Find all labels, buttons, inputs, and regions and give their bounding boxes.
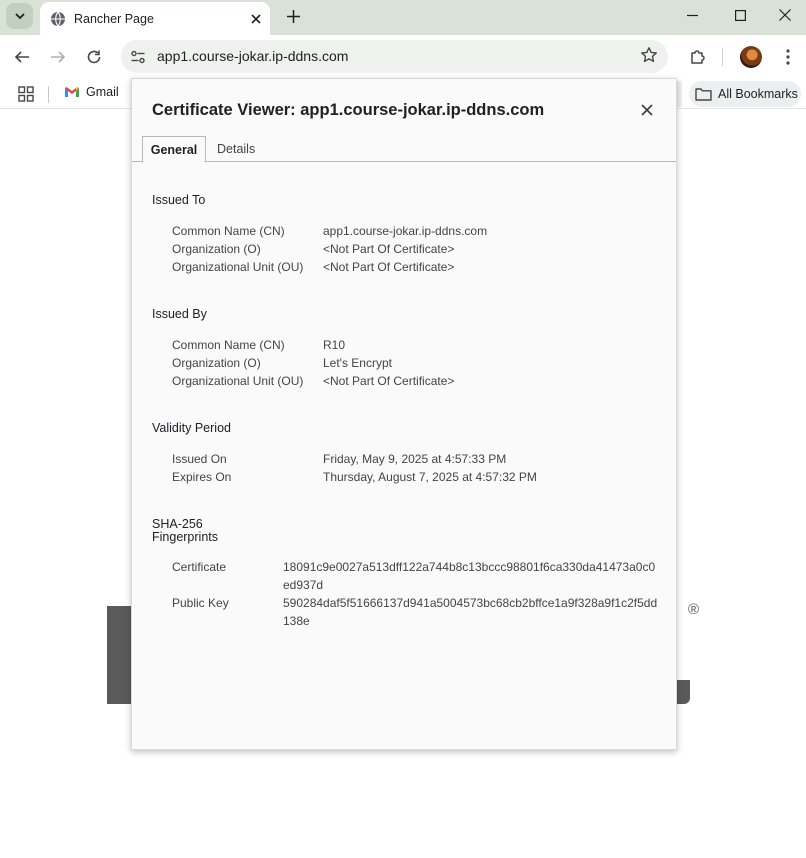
gmail-icon: [65, 87, 79, 97]
folder-icon: [695, 88, 712, 101]
toolbar-divider: [722, 48, 723, 66]
field-label: Expires On: [172, 470, 232, 484]
fingerprint-value: 18091c9e0027a513dff122a744b8c13bccc98801…: [283, 560, 656, 592]
address-bar[interactable]: app1.course-jokar.ip-ddns.com: [121, 40, 668, 73]
dialog-close-button[interactable]: [636, 99, 658, 121]
apps-grid-icon[interactable]: [18, 86, 34, 102]
dialog-tabs: General Details: [132, 135, 676, 163]
registered-mark: ®: [688, 601, 700, 618]
arrow-right-icon: [51, 51, 66, 63]
globe-icon: [51, 11, 65, 26]
tab-title: Rancher Page: [74, 11, 154, 26]
fingerprint-value: 590284daf5f51666137d941a5004573bc68cb2bf…: [283, 596, 658, 628]
new-tab-button[interactable]: [280, 3, 306, 29]
field-label: Organization (O): [172, 242, 261, 256]
tab-general[interactable]: General: [142, 136, 206, 163]
arrow-left-icon: [14, 51, 29, 63]
section-validity-period: Validity Period: [152, 421, 231, 435]
star-icon[interactable]: [640, 46, 658, 64]
extensions-button[interactable]: [684, 43, 712, 71]
section-fingerprints-line1: SHA-256: [152, 517, 203, 531]
close-icon: [251, 13, 261, 24]
field-value: app1.course-jokar.ip-ddns.com: [323, 224, 488, 238]
site-info-icon[interactable]: [130, 49, 146, 65]
page-logo-part: [676, 680, 690, 704]
puzzle-icon: [691, 50, 705, 64]
field-label: Common Name (CN): [172, 338, 285, 352]
menu-button[interactable]: [774, 43, 802, 71]
bookmarks-divider: [48, 86, 49, 103]
profile-avatar[interactable]: [740, 46, 762, 68]
url-text[interactable]: app1.course-jokar.ip-ddns.com: [157, 48, 348, 64]
close-icon: [779, 9, 791, 21]
maximize-icon: [734, 9, 746, 21]
page-logo-part: [107, 606, 133, 704]
tab-search-button[interactable]: [6, 3, 33, 29]
field-value: R10: [323, 338, 346, 352]
section-issued-by: Issued By: [152, 307, 207, 321]
field-label: Organization (O): [172, 356, 261, 370]
bookmark-gmail[interactable]: Gmail: [64, 85, 119, 99]
plus-icon: [286, 9, 300, 23]
all-bookmarks-button[interactable]: All Bookmarks: [689, 81, 801, 107]
field-label: Organizational Unit (OU): [172, 374, 304, 388]
field-label: Common Name (CN): [172, 224, 285, 238]
field-label: Public Key: [172, 596, 229, 610]
section-fingerprints-line2: Fingerprints: [152, 530, 218, 544]
all-bookmarks-label: All Bookmarks: [718, 87, 798, 101]
window-close-button[interactable]: [762, 0, 806, 30]
forward-button[interactable]: [44, 43, 72, 71]
dialog-title: Certificate Viewer: app1.course-jokar.ip…: [152, 101, 545, 119]
field-label: Organizational Unit (OU): [172, 260, 304, 274]
field-value: Thursday, August 7, 2025 at 4:57:32 PM: [323, 470, 537, 484]
minimize-button[interactable]: [669, 0, 715, 30]
chevron-down-icon: [14, 13, 25, 20]
certificate-viewer-dialog: Certificate Viewer: app1.course-jokar.ip…: [131, 78, 677, 750]
section-issued-to: Issued To: [152, 193, 206, 207]
browser-tab-active[interactable]: Rancher Page: [40, 2, 270, 35]
minimize-icon: [686, 14, 698, 16]
field-label: Certificate: [172, 560, 227, 574]
tab-details[interactable]: Details: [217, 142, 255, 156]
field-value: <Not Part Of Certificate>: [323, 374, 455, 388]
more-vert-icon: [786, 49, 790, 65]
field-value: <Not Part Of Certificate>: [323, 260, 455, 274]
browser-toolbar: app1.course-jokar.ip-ddns.com: [0, 35, 806, 79]
field-value: Friday, May 9, 2025 at 4:57:33 PM: [323, 452, 507, 466]
field-value: <Not Part Of Certificate>: [323, 242, 455, 256]
reload-icon: [87, 50, 101, 64]
reload-button[interactable]: [80, 43, 108, 71]
back-button[interactable]: [8, 43, 36, 71]
close-icon: [641, 104, 653, 116]
field-label: Issued On: [172, 452, 227, 466]
tab-close-button[interactable]: [244, 7, 268, 31]
field-value: Let's Encrypt: [323, 356, 392, 370]
bookmark-gmail-label: Gmail: [86, 85, 119, 99]
maximize-button[interactable]: [717, 0, 763, 30]
tab-strip: Rancher Page: [0, 0, 806, 35]
